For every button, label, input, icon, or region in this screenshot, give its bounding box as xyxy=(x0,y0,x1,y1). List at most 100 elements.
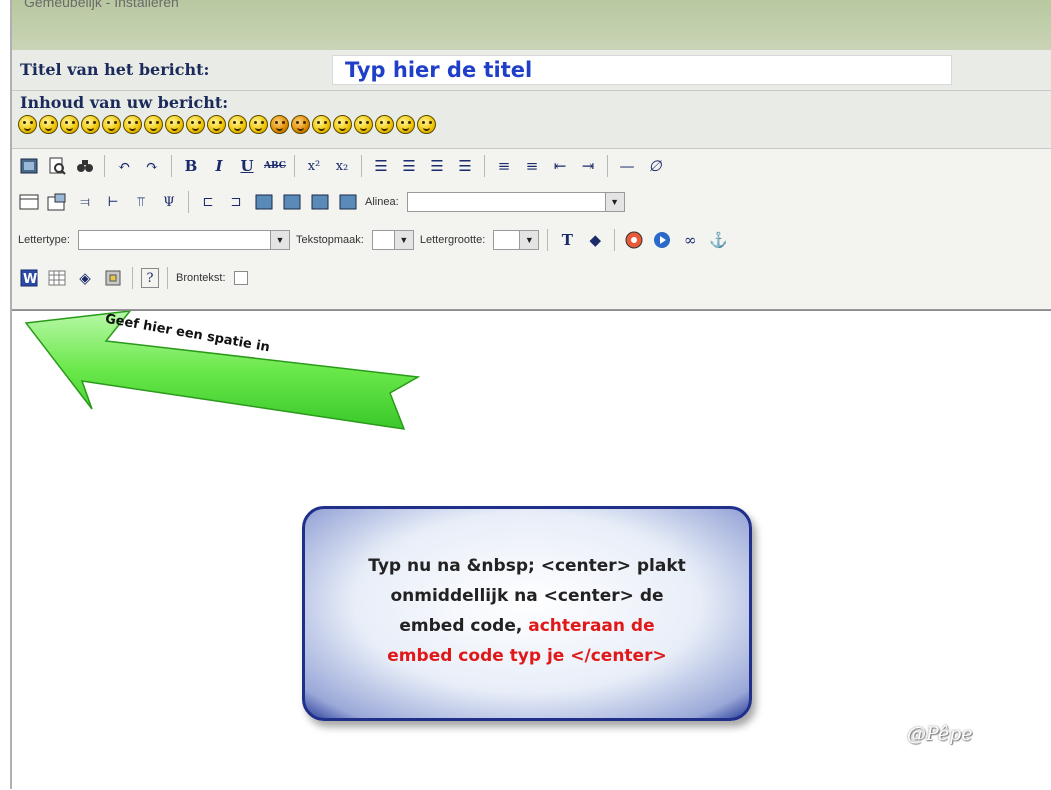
arrow-right-icon[interactable] xyxy=(417,115,436,134)
lettergrootte-select[interactable]: ▼ xyxy=(493,230,540,250)
media-play-icon[interactable] xyxy=(651,229,673,251)
strikethrough-icon[interactable]: ABC xyxy=(264,155,286,177)
toolbar-separator xyxy=(171,155,172,177)
align-justify-icon[interactable]: ☰ xyxy=(454,155,476,177)
title-input[interactable]: Typ hier de titel xyxy=(332,55,952,85)
lettergrootte-label: Lettergrootte: xyxy=(419,234,486,246)
toolbar-separator xyxy=(614,229,616,251)
italic-icon[interactable]: I xyxy=(208,155,230,177)
smiley-tongue-icon[interactable] xyxy=(207,115,226,134)
align-center-icon[interactable]: ☰ xyxy=(398,155,420,177)
ordered-list-icon[interactable]: ≡ xyxy=(493,155,515,177)
subscript-icon[interactable]: x₂ xyxy=(331,155,353,177)
editor-toolbar: ↶ ↷ B I U ABC x² x₂ ☰ ☰ ☰ ☰ ≡ ≡ ⇤ ⇥ — ∅ xyxy=(12,149,1051,437)
background-color-icon[interactable]: ◆ xyxy=(584,229,606,251)
outdent-icon[interactable]: ⇤ xyxy=(549,155,571,177)
toolbar-separator xyxy=(547,229,549,251)
insert-row-after-icon[interactable]: ⊢ xyxy=(102,191,124,213)
cell-properties-icon[interactable] xyxy=(309,191,331,213)
title-label: Titel van het bericht: xyxy=(20,60,210,79)
smiley-shock-icon[interactable] xyxy=(249,115,268,134)
toolbar-row-4: W ◈ ? Brontekst: xyxy=(18,267,248,289)
insert-row-before-icon[interactable]: ⫤ xyxy=(74,191,96,213)
undo-icon[interactable]: ↶ xyxy=(113,155,135,177)
tekstopmaak-select[interactable]: ▼ xyxy=(371,230,414,250)
insert-column-after-icon[interactable]: ⊐ xyxy=(225,191,247,213)
instruction-line: embed code, achteraan de xyxy=(305,611,749,641)
table-grid-icon[interactable] xyxy=(46,267,68,289)
green-arrow-annotation: Geef hier een spatie in xyxy=(22,311,422,441)
toolbar-separator xyxy=(607,155,608,177)
help-icon[interactable]: ? xyxy=(141,268,159,288)
toolbar-row-3: Lettertype: ▼ Tekstopmaak: ▼ Lettergroot… xyxy=(18,229,729,251)
idea-icon[interactable] xyxy=(396,115,415,134)
cube-icon[interactable]: ◈ xyxy=(74,267,96,289)
exclamation-icon[interactable] xyxy=(354,115,373,134)
lettertype-select[interactable]: ▼ xyxy=(77,230,290,250)
smiley-laugh-icon[interactable] xyxy=(39,115,58,134)
alinea-label: Alinea: xyxy=(365,196,399,208)
toolbar-separator xyxy=(104,155,105,177)
text-color-icon[interactable]: T xyxy=(556,229,578,251)
smiley-devil-icon[interactable] xyxy=(270,115,289,134)
instruction-text-red: achteraan de xyxy=(528,616,655,636)
smiley-wink-icon[interactable] xyxy=(165,115,184,134)
unordered-list-icon[interactable]: ≡ xyxy=(521,155,543,177)
instruction-text-black: embed code, xyxy=(399,616,523,636)
smiley-confused-icon[interactable] xyxy=(228,115,247,134)
eraser-icon[interactable]: ∅ xyxy=(644,155,666,177)
top-bar: Gemeubelijk - Installeren xyxy=(12,0,1051,51)
smiley-sad-icon[interactable] xyxy=(60,115,79,134)
top-bar-partial-title: Gemeubelijk - Installeren xyxy=(24,0,179,10)
split-cells-icon[interactable] xyxy=(253,191,275,213)
fullscreen-icon[interactable] xyxy=(18,155,40,177)
smiley-evil-icon[interactable] xyxy=(291,115,310,134)
smiley-surprised-icon[interactable] xyxy=(81,115,100,134)
smiley-angry-icon[interactable] xyxy=(186,115,205,134)
superscript-icon[interactable]: x² xyxy=(303,155,325,177)
smiley-cry-icon[interactable] xyxy=(102,115,121,134)
insert-column-icon[interactable]: Ψ xyxy=(158,191,180,213)
smiley-happy-icon[interactable] xyxy=(18,115,37,134)
toolbar-separator xyxy=(484,155,485,177)
chevron-down-icon: ▼ xyxy=(269,231,289,249)
instruction-callout: Typ nu na &nbsp; <center> plakt onmiddel… xyxy=(302,506,752,721)
smiley-neutral-icon[interactable] xyxy=(333,115,352,134)
row-properties-icon[interactable] xyxy=(337,191,359,213)
question-icon[interactable] xyxy=(375,115,394,134)
horizontal-rule-icon[interactable]: — xyxy=(616,155,638,177)
redo-icon[interactable]: ↷ xyxy=(141,155,163,177)
indent-icon[interactable]: ⇥ xyxy=(577,155,599,177)
merge-cells-icon[interactable] xyxy=(281,191,303,213)
bold-icon[interactable]: B xyxy=(180,155,202,177)
preview-icon[interactable] xyxy=(46,155,68,177)
watermark: @Pêpe xyxy=(907,723,973,745)
brontekst-checkbox[interactable] xyxy=(233,271,248,285)
chevron-down-icon: ▼ xyxy=(393,231,413,249)
smiley-cool-icon[interactable] xyxy=(144,115,163,134)
smiley-blush-icon[interactable] xyxy=(312,115,331,134)
align-right-icon[interactable]: ☰ xyxy=(426,155,448,177)
delete-row-icon[interactable]: ⫪ xyxy=(130,191,152,213)
insert-box-icon[interactable] xyxy=(102,267,124,289)
underline-icon[interactable]: U xyxy=(236,155,258,177)
table-icon[interactable] xyxy=(18,191,40,213)
align-left-icon[interactable]: ☰ xyxy=(370,155,392,177)
anchor-icon[interactable]: ⚓ xyxy=(707,229,729,251)
word-paste-icon[interactable]: W xyxy=(18,267,40,289)
toolbar-row-2: ⫤ ⊢ ⫪ Ψ ⊏ ⊐ Alinea: ▼ xyxy=(18,191,625,213)
insert-column-before-icon[interactable]: ⊏ xyxy=(197,191,219,213)
toolbar-separator xyxy=(188,191,189,213)
editor-content-area[interactable]: Geef hier een spatie in Typ nu na &nbsp;… xyxy=(12,310,1051,790)
content-label: Inhoud van uw bericht: xyxy=(20,93,229,112)
color-wheel-icon[interactable] xyxy=(623,229,645,251)
link-icon[interactable]: ∞ xyxy=(679,229,701,251)
find-icon[interactable] xyxy=(74,155,96,177)
table-properties-icon[interactable] xyxy=(46,191,68,213)
smiley-grin-icon[interactable] xyxy=(123,115,142,134)
toolbar-row-1: ↶ ↷ B I U ABC x² x₂ ☰ ☰ ☰ ☰ ≡ ≡ ⇤ ⇥ — ∅ xyxy=(18,155,666,177)
chevron-down-icon: ▼ xyxy=(519,231,539,249)
alinea-select[interactable]: ▼ xyxy=(406,192,625,212)
instruction-line: Typ nu na &nbsp; <center> plakt xyxy=(368,556,686,576)
title-row: Titel van het bericht: Typ hier de titel xyxy=(12,50,1051,91)
